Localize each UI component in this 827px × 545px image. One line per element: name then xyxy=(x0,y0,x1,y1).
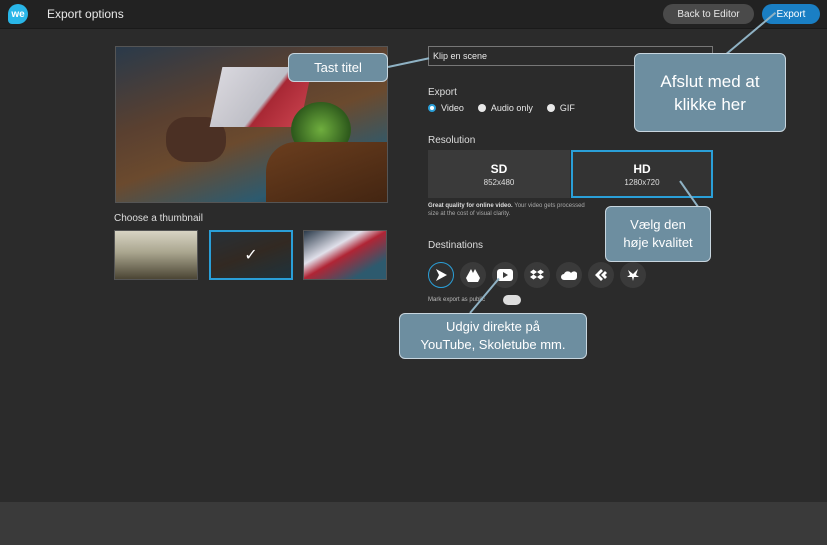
radio-gif-label: GIF xyxy=(559,103,575,113)
page-title: Export options xyxy=(47,7,124,21)
hd-name: HD xyxy=(633,161,651,176)
checkmark-icon: ✓ xyxy=(211,232,291,278)
callout-hd-line2: høje kvalitet xyxy=(623,235,693,250)
cast-icon[interactable] xyxy=(588,262,614,288)
resolution-desc-text: Your video gets processed xyxy=(514,203,585,209)
thumbnail-option-1[interactable] xyxy=(114,230,198,280)
radio-video[interactable]: Video xyxy=(428,103,464,113)
thumbnail-label: Choose a thumbnail xyxy=(114,213,203,224)
resolution-label: Resolution xyxy=(428,135,476,146)
app-logo: we xyxy=(8,4,28,24)
sd-size: 852x480 xyxy=(483,177,515,187)
radio-icon xyxy=(477,104,486,112)
callout-hd-line1: Vælg den xyxy=(630,217,686,232)
thumbnail-option-3[interactable] xyxy=(303,230,387,280)
mark-public-toggle[interactable] xyxy=(503,295,521,305)
resolution-sd-option[interactable]: SD 852x480 xyxy=(428,150,570,198)
resolution-desc-text2: size at the cost of visual clarity. xyxy=(428,211,511,217)
callout-title: Tast titel xyxy=(288,53,388,82)
radio-gif[interactable]: GIF xyxy=(546,103,575,113)
radio-audio-only[interactable]: Audio only xyxy=(477,103,533,113)
resolution-desc-bold: Great quality for online video. xyxy=(428,203,513,209)
drive-icon[interactable] xyxy=(460,262,486,288)
sd-name: SD xyxy=(490,161,508,176)
callout-export-line1: Afslut med at xyxy=(660,71,760,91)
preview-scene-jacket xyxy=(266,142,387,202)
callout-destinations: Udgiv direkte på YouTube, Skoletube mm. xyxy=(399,313,587,359)
callout-dest-line1: Udgiv direkte på xyxy=(446,319,540,334)
thumbnail-option-2[interactable]: ✓ xyxy=(209,230,293,280)
play-icon[interactable] xyxy=(428,262,454,288)
export-type-group: Video Audio only GIF xyxy=(428,103,575,113)
youtube-icon[interactable] xyxy=(492,262,518,288)
callout-dest-line2: YouTube, Skoletube mm. xyxy=(420,337,566,352)
callout-export: Afslut med at klikke her xyxy=(634,53,786,132)
destinations-label: Destinations xyxy=(428,240,484,251)
top-bar: we Export options Back to Editor Export xyxy=(0,0,827,29)
bird-icon[interactable] xyxy=(620,262,646,288)
callout-title-pointer xyxy=(387,57,430,68)
export-label: Export xyxy=(428,87,457,98)
destinations-row xyxy=(428,262,646,288)
radio-icon xyxy=(546,104,555,112)
radio-audio-label: Audio only xyxy=(490,103,533,113)
radio-selected-icon xyxy=(428,104,436,112)
callout-export-line2: klikke her xyxy=(674,94,746,114)
onedrive-icon[interactable] xyxy=(556,262,582,288)
back-to-editor-button[interactable]: Back to Editor xyxy=(663,4,754,24)
footer-area xyxy=(0,502,827,545)
resolution-hd-option[interactable]: HD 1280x720 xyxy=(571,150,713,198)
radio-video-label: Video xyxy=(441,103,464,113)
dropbox-icon[interactable] xyxy=(524,262,550,288)
callout-hd: Vælg den høje kvalitet xyxy=(605,206,711,262)
hd-size: 1280x720 xyxy=(624,177,660,187)
